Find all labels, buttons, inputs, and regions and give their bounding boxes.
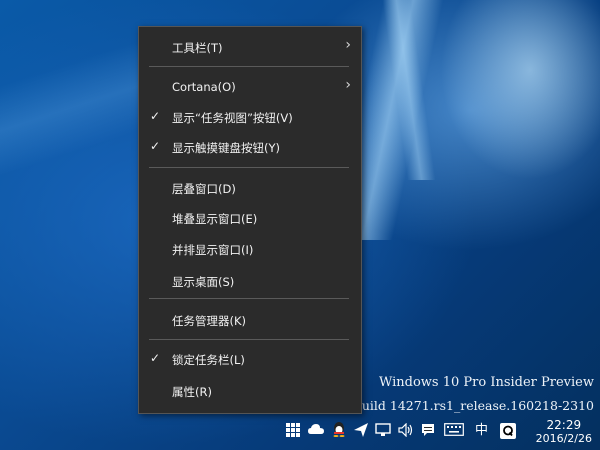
menu-item-label: 属性(R) (172, 385, 212, 399)
menu-item-side-by-side-windows[interactable]: 并排显示窗口(I) (139, 235, 361, 263)
menu-item-label: 锁定任务栏(L) (172, 353, 245, 367)
checkmark-icon: ✓ (150, 139, 161, 153)
clock-time: 22:29 (546, 418, 582, 432)
menu-item-label: 堆叠显示窗口(E) (172, 212, 258, 226)
ime-language-indicator[interactable]: 中 (475, 423, 488, 439)
menu-separator (149, 298, 349, 299)
network-icon[interactable] (375, 423, 391, 442)
wallpaper-light-beam (0, 34, 160, 176)
checkmark-icon: ✓ (150, 109, 161, 123)
apps-grid-icon[interactable] (286, 423, 300, 442)
menu-item-task-manager[interactable]: 任务管理器(K) (139, 306, 361, 334)
onedrive-icon[interactable] (308, 423, 324, 440)
menu-item-lock-taskbar[interactable]: ✓ 锁定任务栏(L) (139, 345, 361, 373)
menu-item-cortana[interactable]: Cortana(O) › (139, 73, 361, 101)
menu-item-label: 并排显示窗口(I) (172, 243, 254, 257)
checkmark-icon: ✓ (150, 351, 161, 365)
menu-item-show-touch-keyboard-button[interactable]: ✓ 显示触摸键盘按钮(Y) (139, 133, 361, 161)
menu-item-properties[interactable]: 属性(R) (139, 377, 361, 405)
menu-item-toolbars[interactable]: 工具栏(T) › (139, 33, 361, 61)
volume-icon[interactable] (398, 422, 414, 442)
menu-item-label: 层叠窗口(D) (172, 182, 236, 196)
menu-item-label: Cortana(O) (172, 80, 236, 94)
menu-separator (149, 66, 349, 67)
menu-item-label: 显示触摸键盘按钮(Y) (172, 141, 280, 155)
menu-separator (149, 339, 349, 340)
menu-item-stack-windows[interactable]: 堆叠显示窗口(E) (139, 204, 361, 232)
touch-keyboard-icon[interactable] (444, 423, 464, 441)
taskbar-system-tray: 中 22:29 2016/2/26 (278, 418, 600, 450)
menu-item-cascade-windows[interactable]: 层叠窗口(D) (139, 174, 361, 202)
search-q-icon[interactable] (500, 423, 516, 444)
menu-separator (149, 167, 349, 168)
chevron-right-icon: › (345, 77, 351, 93)
chevron-right-icon: › (345, 37, 351, 53)
menu-item-label: 显示“任务视图”按钮(V) (172, 111, 293, 125)
menu-item-label: 显示桌面(S) (172, 275, 235, 289)
qq-penguin-icon[interactable] (332, 421, 346, 442)
menu-item-show-task-view-button[interactable]: ✓ 显示“任务视图”按钮(V) (139, 103, 361, 131)
menu-item-show-desktop[interactable]: 显示桌面(S) (139, 267, 361, 295)
clock-date: 2016/2/26 (535, 432, 592, 445)
build-watermark-line1: Windows 10 Pro Insider Preview (378, 375, 594, 390)
action-center-icon[interactable] (421, 423, 435, 443)
taskbar-clock[interactable]: 22:29 2016/2/26 (536, 418, 592, 446)
menu-item-label: 任务管理器(K) (172, 314, 247, 328)
wallpaper-glow (440, 0, 600, 180)
taskbar-context-menu: 工具栏(T) › Cortana(O) › ✓ 显示“任务视图”按钮(V) ✓ … (138, 26, 362, 414)
send-arrow-icon[interactable] (354, 423, 368, 442)
menu-item-label: 工具栏(T) (172, 41, 223, 55)
